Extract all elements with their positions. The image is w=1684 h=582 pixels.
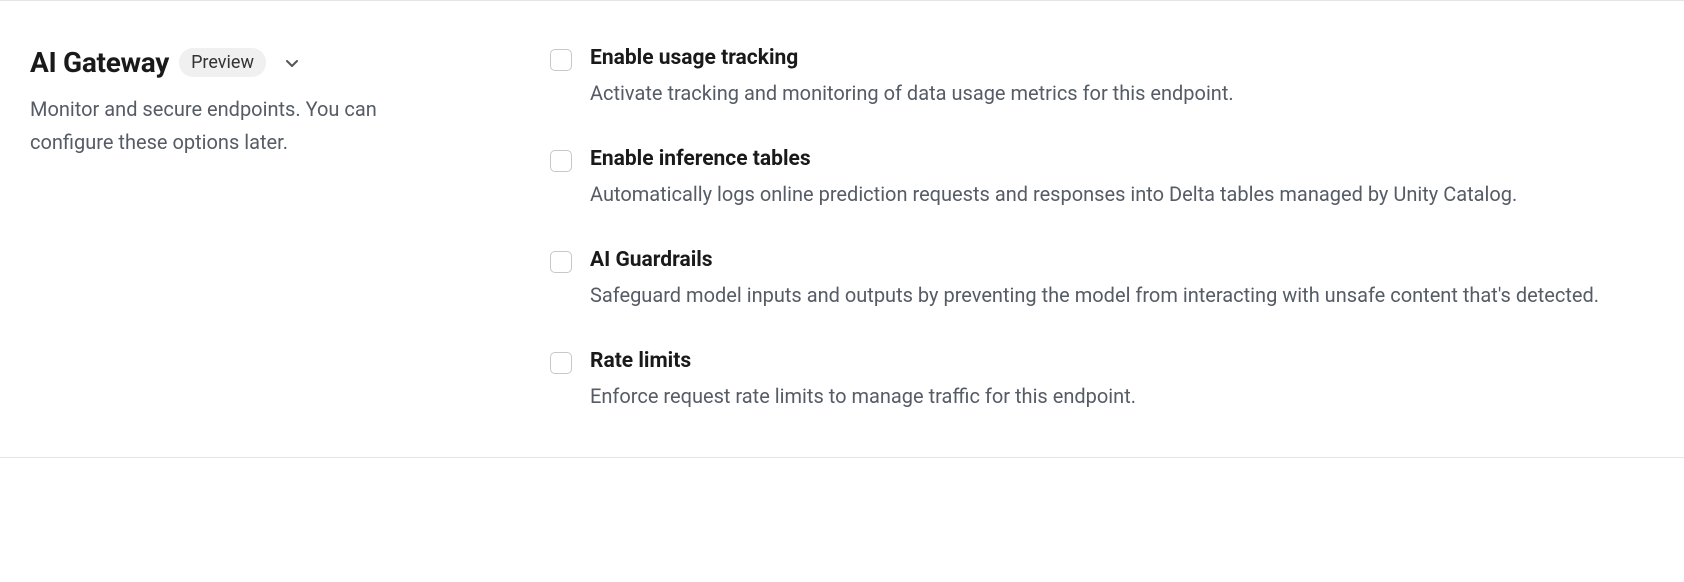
option-body: Rate limits Enforce request rate limits …	[590, 349, 1654, 412]
preview-badge: Preview	[179, 48, 266, 77]
section-header-column: AI Gateway Preview Monitor and secure en…	[30, 46, 460, 412]
option-ai-guardrails: AI Guardrails Safeguard model inputs and…	[550, 248, 1654, 311]
option-rate-limits: Rate limits Enforce request rate limits …	[550, 349, 1654, 412]
option-body: Enable inference tables Automatically lo…	[590, 147, 1654, 210]
option-description: Activate tracking and monitoring of data…	[590, 78, 1654, 109]
option-usage-tracking: Enable usage tracking Activate tracking …	[550, 46, 1654, 109]
section-subtitle: Monitor and secure endpoints. You can co…	[30, 93, 460, 159]
section-title: AI Gateway	[30, 46, 169, 79]
chevron-down-icon	[284, 55, 300, 71]
checkbox-inference-tables[interactable]	[550, 150, 572, 172]
option-inference-tables: Enable inference tables Automatically lo…	[550, 147, 1654, 210]
option-description: Enforce request rate limits to manage tr…	[590, 381, 1654, 412]
options-list: Enable usage tracking Activate tracking …	[550, 46, 1654, 412]
checkbox-ai-guardrails[interactable]	[550, 251, 572, 273]
option-title: Rate limits	[590, 349, 1654, 373]
option-title: Enable inference tables	[590, 147, 1654, 171]
option-description: Safeguard model inputs and outputs by pr…	[590, 280, 1654, 311]
checkbox-rate-limits[interactable]	[550, 352, 572, 374]
checkbox-usage-tracking[interactable]	[550, 49, 572, 71]
option-body: AI Guardrails Safeguard model inputs and…	[590, 248, 1654, 311]
option-title: Enable usage tracking	[590, 46, 1654, 70]
ai-gateway-section: AI Gateway Preview Monitor and secure en…	[0, 0, 1684, 458]
option-body: Enable usage tracking Activate tracking …	[590, 46, 1654, 109]
option-description: Automatically logs online prediction req…	[590, 179, 1654, 210]
section-header[interactable]: AI Gateway Preview	[30, 46, 460, 79]
option-title: AI Guardrails	[590, 248, 1654, 272]
